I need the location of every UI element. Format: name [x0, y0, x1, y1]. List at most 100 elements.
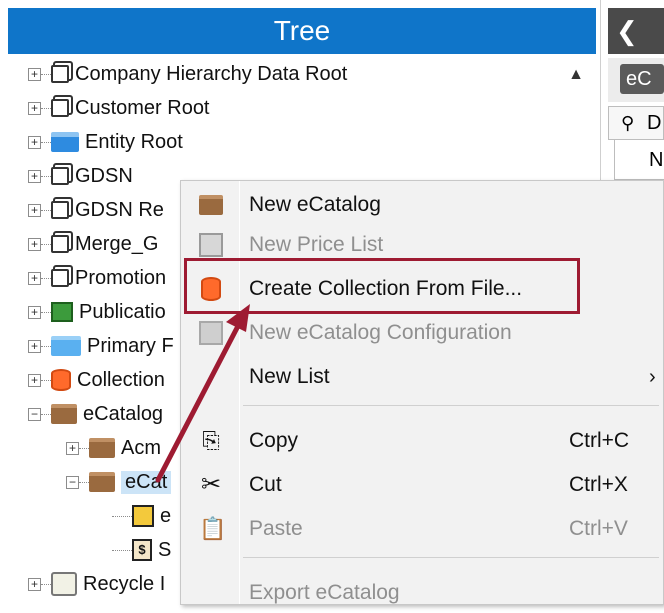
menu-item-new-list[interactable]: New List › — [181, 357, 664, 397]
collapse-icon[interactable]: − — [66, 475, 79, 489]
grid-cell: N — [649, 149, 664, 171]
tree-node-label: e — [160, 504, 172, 527]
tree-node[interactable]: + Promotion — [28, 262, 166, 294]
submenu-arrow-icon: › — [649, 366, 656, 388]
tree-node-label: GDSN — [75, 164, 133, 187]
tree-node-selected[interactable]: − eCat — [66, 466, 172, 498]
tree-node[interactable]: − eCatalog — [28, 398, 163, 430]
tree-node[interactable]: $ S — [112, 534, 171, 566]
tree-node[interactable]: + Acm — [66, 432, 161, 464]
details-tabbar: eC — [608, 58, 664, 102]
entity-folder-icon — [51, 132, 79, 152]
menu-item-shortcut: Ctrl+C — [569, 429, 630, 452]
price-list-icon: $ — [132, 539, 152, 561]
recycle-bin-icon — [51, 572, 77, 596]
menu-separator — [243, 557, 659, 558]
pin-icon[interactable]: ⚲ — [621, 107, 634, 139]
collapse-icon[interactable]: − — [28, 407, 41, 421]
expand-icon[interactable]: + — [28, 169, 41, 183]
menu-item-label: Cut — [249, 473, 282, 496]
highlight-annotation-box — [184, 258, 580, 314]
copy-icon: ⎘ — [202, 428, 220, 453]
menu-item-cut[interactable]: ✂ Cut Ctrl+X — [181, 465, 664, 505]
menu-item-shortcut: Ctrl+V — [569, 517, 628, 540]
tree-node[interactable]: + Customer Root — [28, 92, 210, 124]
tree-node[interactable]: + Recycle I — [28, 568, 165, 600]
expand-icon[interactable]: + — [28, 135, 41, 149]
menu-item-label: Paste — [249, 517, 303, 540]
price-list-icon — [199, 233, 223, 257]
tree-node[interactable]: + Company Hierarchy Data Root — [28, 58, 347, 90]
publication-icon — [51, 302, 73, 322]
tree-node-label: Customer Root — [75, 96, 210, 119]
page-icon — [51, 201, 69, 219]
menu-item-label: New eCatalog — [249, 193, 381, 216]
ecatalog-folder-icon — [89, 438, 115, 458]
menu-item-copy[interactable]: ⎘ Copy Ctrl+C — [181, 421, 664, 461]
folder-icon — [51, 336, 81, 356]
cut-icon: ✂ — [200, 471, 222, 498]
tree-node[interactable]: e — [112, 500, 171, 532]
tree-node-label: Promotion — [75, 266, 167, 289]
menu-separator — [243, 405, 659, 406]
ecatalog-folder-icon — [51, 404, 77, 424]
tree-node-label: GDSN Re — [75, 198, 164, 221]
tree-node[interactable]: + Merge_G — [28, 228, 158, 260]
tree-node[interactable]: + Primary F — [28, 330, 174, 362]
tree-node-label: Merge_G — [75, 232, 159, 255]
scroll-up-arrow-icon[interactable]: ▲ — [562, 62, 590, 88]
tree-node[interactable]: + GDSN — [28, 160, 133, 192]
tree-node-label: eCat — [121, 470, 172, 494]
expand-icon[interactable]: + — [28, 237, 41, 251]
ecatalog-folder-icon — [199, 195, 223, 215]
tree-node[interactable]: + Collection — [28, 364, 165, 396]
menu-item-label: New eCatalog Configuration — [249, 321, 512, 344]
ecatalog-folder-icon — [89, 472, 115, 492]
configuration-icon — [199, 321, 223, 345]
page-icon — [51, 235, 69, 253]
tree-node-label: Acm — [121, 436, 161, 459]
expand-icon[interactable]: + — [28, 373, 41, 387]
tree-node-label: eCatalog — [83, 402, 164, 425]
page-icon — [51, 99, 69, 117]
tree-node-label: Collection — [77, 368, 165, 391]
menu-item-label: New List — [249, 365, 330, 388]
tree-node-label: Primary F — [87, 334, 174, 357]
menu-item-export-ecatalog[interactable]: Export eCatalog — [181, 573, 664, 613]
configuration-icon — [132, 505, 154, 527]
menu-item-shortcut: Ctrl+X — [569, 473, 628, 496]
tree-node[interactable]: + GDSN Re — [28, 194, 164, 226]
collapse-panel-button[interactable]: ❮ — [608, 8, 664, 54]
menu-item-new-ecatalog-configuration[interactable]: New eCatalog Configuration — [181, 313, 664, 353]
tab-ecatalog[interactable]: eC — [620, 64, 664, 94]
grid-header: ⚲ D — [608, 106, 664, 140]
expand-icon[interactable]: + — [28, 577, 41, 591]
tree-node[interactable]: + Entity Root — [28, 126, 183, 158]
paste-icon: 📋 — [199, 516, 227, 541]
expand-icon[interactable]: + — [66, 441, 79, 455]
grid-row[interactable]: N — [614, 140, 664, 180]
expand-icon[interactable]: + — [28, 101, 41, 115]
tree-node-label: Entity Root — [85, 130, 183, 153]
menu-item-label: Export eCatalog — [249, 581, 400, 604]
context-menu: New eCatalog New Price List Create Colle… — [180, 180, 664, 605]
collection-icon — [51, 369, 71, 391]
page-icon — [51, 65, 69, 83]
tree-node-label: Recycle I — [83, 572, 166, 595]
menu-item-label: Copy — [249, 429, 299, 452]
expand-icon[interactable]: + — [28, 203, 41, 217]
tree-node[interactable]: + Publicatio — [28, 296, 166, 328]
menu-item-paste[interactable]: 📋 Paste Ctrl+V — [181, 509, 664, 549]
tree-node-label: S — [158, 538, 172, 561]
expand-icon[interactable]: + — [28, 271, 41, 285]
expand-icon[interactable]: + — [28, 339, 41, 353]
expand-icon[interactable]: + — [28, 305, 41, 319]
page-icon — [51, 269, 69, 287]
tree-panel-title: Tree — [8, 8, 596, 54]
tree-node-label: Company Hierarchy Data Root — [75, 62, 348, 85]
expand-icon[interactable]: + — [28, 67, 41, 81]
page-icon — [51, 167, 69, 185]
tree-node-label: Publicatio — [79, 300, 166, 323]
menu-item-new-ecatalog[interactable]: New eCatalog — [181, 185, 664, 225]
grid-column-header[interactable]: D — [647, 107, 661, 139]
